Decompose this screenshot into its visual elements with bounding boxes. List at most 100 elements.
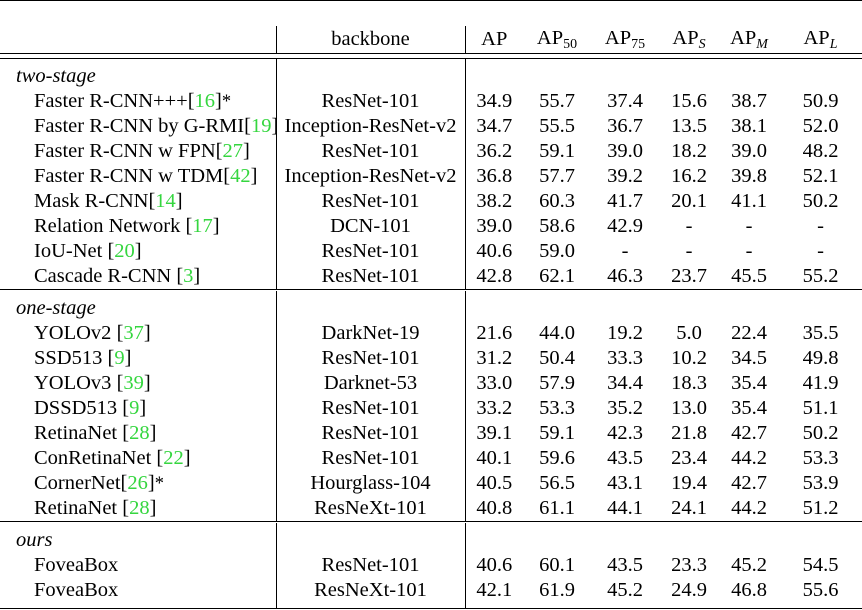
metric-cell-ap: 42.8: [465, 264, 523, 290]
table-row[interactable]: DSSD513 [9]ResNet-10133.253.335.213.035.…: [0, 396, 862, 421]
citation-link[interactable]: 9: [114, 347, 124, 369]
metric-cell-apm: 44.2: [719, 496, 779, 522]
method-name-cell: YOLOv3 [39]: [0, 371, 276, 396]
citation-link[interactable]: 28: [129, 422, 150, 444]
citation-link[interactable]: 37: [123, 322, 144, 344]
citation-bracket-close: ]: [144, 322, 151, 344]
table-row[interactable]: SSD513 [9]ResNet-10131.250.433.310.234.5…: [0, 346, 862, 371]
metric-cell-apl: 51.1: [779, 396, 862, 421]
metric-cell-ap50: 61.1: [523, 496, 591, 522]
metric-cell-aps: 23.4: [659, 446, 719, 471]
backbone-cell: ResNet-101: [276, 189, 465, 214]
citation-bracket-close: ]: [144, 372, 151, 394]
column-header-ap75: AP75: [591, 26, 659, 54]
section-label-blank: [591, 296, 659, 321]
method-name-cell: YOLOv2 [37]: [0, 321, 276, 346]
method-name-cell: Faster R-CNN w TDM[42]: [0, 164, 276, 189]
method-footnote-marker: *: [155, 473, 164, 493]
metric-cell-ap: 40.6: [465, 553, 523, 578]
method-name-cell: Relation Network [17]: [0, 214, 276, 239]
metric-cell-aps: 23.3: [659, 553, 719, 578]
section-label-row-ours: ours: [0, 528, 862, 553]
metric-cell-ap75: 35.2: [591, 396, 659, 421]
citation-link[interactable]: 14: [155, 190, 176, 212]
metric-cell-aps: 13.0: [659, 396, 719, 421]
metric-cell-apl: -: [779, 239, 862, 264]
table-row[interactable]: FoveaBoxResNet-10140.660.143.523.345.254…: [0, 553, 862, 578]
citation-link[interactable]: 39: [123, 372, 144, 394]
backbone-cell: ResNet-101: [276, 421, 465, 446]
citation-link[interactable]: 9: [129, 397, 139, 419]
backbone-cell: DCN-101: [276, 214, 465, 239]
section-label-blank: [719, 528, 779, 553]
section-label-blank: [779, 528, 862, 553]
method-name-cell: Faster R-CNN by G-RMI[19]: [0, 114, 276, 139]
table-row[interactable]: YOLOv3 [39]Darknet-5333.057.934.418.335.…: [0, 371, 862, 396]
metric-cell-ap: 40.6: [465, 239, 523, 264]
metric-cell-apm: 39.0: [719, 139, 779, 164]
metric-cell-ap: 31.2: [465, 346, 523, 371]
metric-cell-apl: 49.8: [779, 346, 862, 371]
backbone-cell: ResNet-101: [276, 346, 465, 371]
metric-cell-ap75: 19.2: [591, 321, 659, 346]
metric-cell-ap50: 62.1: [523, 264, 591, 290]
section-label-blank: [779, 296, 862, 321]
method-name-cell: Mask R-CNN[14]: [0, 189, 276, 214]
table-row[interactable]: Mask R-CNN[14]ResNet-10138.260.341.720.1…: [0, 189, 862, 214]
table-row[interactable]: Faster R-CNN+++[16]*ResNet-10134.955.737…: [0, 89, 862, 114]
metric-cell-ap: 40.1: [465, 446, 523, 471]
table-body: backboneAPAP50AP75APSAPMAPLtwo-stageFast…: [0, 1, 862, 610]
citation-link[interactable]: 17: [192, 215, 213, 237]
citation-bracket-close: ]: [148, 472, 155, 494]
citation-link[interactable]: 22: [163, 447, 184, 469]
method-name-cell: Cascade R-CNN [3]: [0, 264, 276, 290]
backbone-cell: Inception-ResNet-v2: [276, 164, 465, 189]
backbone-cell: ResNeXt-101: [276, 578, 465, 603]
metric-cell-ap: 40.8: [465, 496, 523, 522]
metric-cell-ap50: 55.5: [523, 114, 591, 139]
metric-cell-apl: -: [779, 214, 862, 239]
table-row[interactable]: CornerNet[26]*Hourglass-10440.556.543.11…: [0, 471, 862, 496]
metric-cell-apl: 48.2: [779, 139, 862, 164]
table-row[interactable]: YOLOv2 [37]DarkNet-1921.644.019.25.022.4…: [0, 321, 862, 346]
citation-link[interactable]: 27: [223, 140, 244, 162]
citation-link[interactable]: 26: [127, 472, 148, 494]
metric-cell-ap75: 44.1: [591, 496, 659, 522]
metric-cell-apl: 35.5: [779, 321, 862, 346]
citation-link[interactable]: 3: [183, 265, 193, 287]
metric-cell-ap: 21.6: [465, 321, 523, 346]
method-name-cell: DSSD513 [9]: [0, 396, 276, 421]
citation-link[interactable]: 19: [251, 115, 272, 137]
table-row[interactable]: ConRetinaNet [22]ResNet-10140.159.643.52…: [0, 446, 862, 471]
citation-link[interactable]: 20: [114, 240, 135, 262]
citation-link[interactable]: 16: [195, 90, 216, 112]
table-row[interactable]: Cascade R-CNN [3]ResNet-10142.862.146.32…: [0, 264, 862, 290]
metric-cell-apm: 46.8: [719, 578, 779, 603]
table-row[interactable]: Faster R-CNN w FPN[27]ResNet-10136.259.1…: [0, 139, 862, 164]
backbone-cell: DarkNet-19: [276, 321, 465, 346]
metric-cell-ap: 38.2: [465, 189, 523, 214]
table-row[interactable]: IoU-Net [20]ResNet-10140.659.0----: [0, 239, 862, 264]
metric-cell-ap75: 37.4: [591, 89, 659, 114]
metric-cell-ap75: 39.0: [591, 139, 659, 164]
section-label-blank: [523, 528, 591, 553]
metric-cell-aps: 10.2: [659, 346, 719, 371]
table-row[interactable]: Faster R-CNN w TDM[42]Inception-ResNet-v…: [0, 164, 862, 189]
metric-cell-apm: 41.1: [719, 189, 779, 214]
citation-link[interactable]: 28: [129, 497, 150, 519]
table-row[interactable]: Faster R-CNN by G-RMI[19]Inception-ResNe…: [0, 114, 862, 139]
metric-cell-apl: 51.2: [779, 496, 862, 522]
section-label-blank: [659, 296, 719, 321]
table-row[interactable]: FoveaBoxResNeXt-10142.161.945.224.946.85…: [0, 578, 862, 603]
method-name-cell: SSD513 [9]: [0, 346, 276, 371]
citation-bracket-close: ]: [251, 165, 258, 187]
citation-bracket-close: ]: [135, 240, 142, 262]
citation-link[interactable]: 42: [230, 165, 251, 187]
column-header-method: [0, 26, 276, 54]
metric-cell-apm: 42.7: [719, 421, 779, 446]
table-row[interactable]: RetinaNet [28]ResNeXt-10140.861.144.124.…: [0, 496, 862, 522]
metric-cell-aps: -: [659, 214, 719, 239]
metric-cell-aps: -: [659, 239, 719, 264]
table-row[interactable]: Relation Network [17]DCN-10139.058.642.9…: [0, 214, 862, 239]
table-row[interactable]: RetinaNet [28]ResNet-10139.159.142.321.8…: [0, 421, 862, 446]
